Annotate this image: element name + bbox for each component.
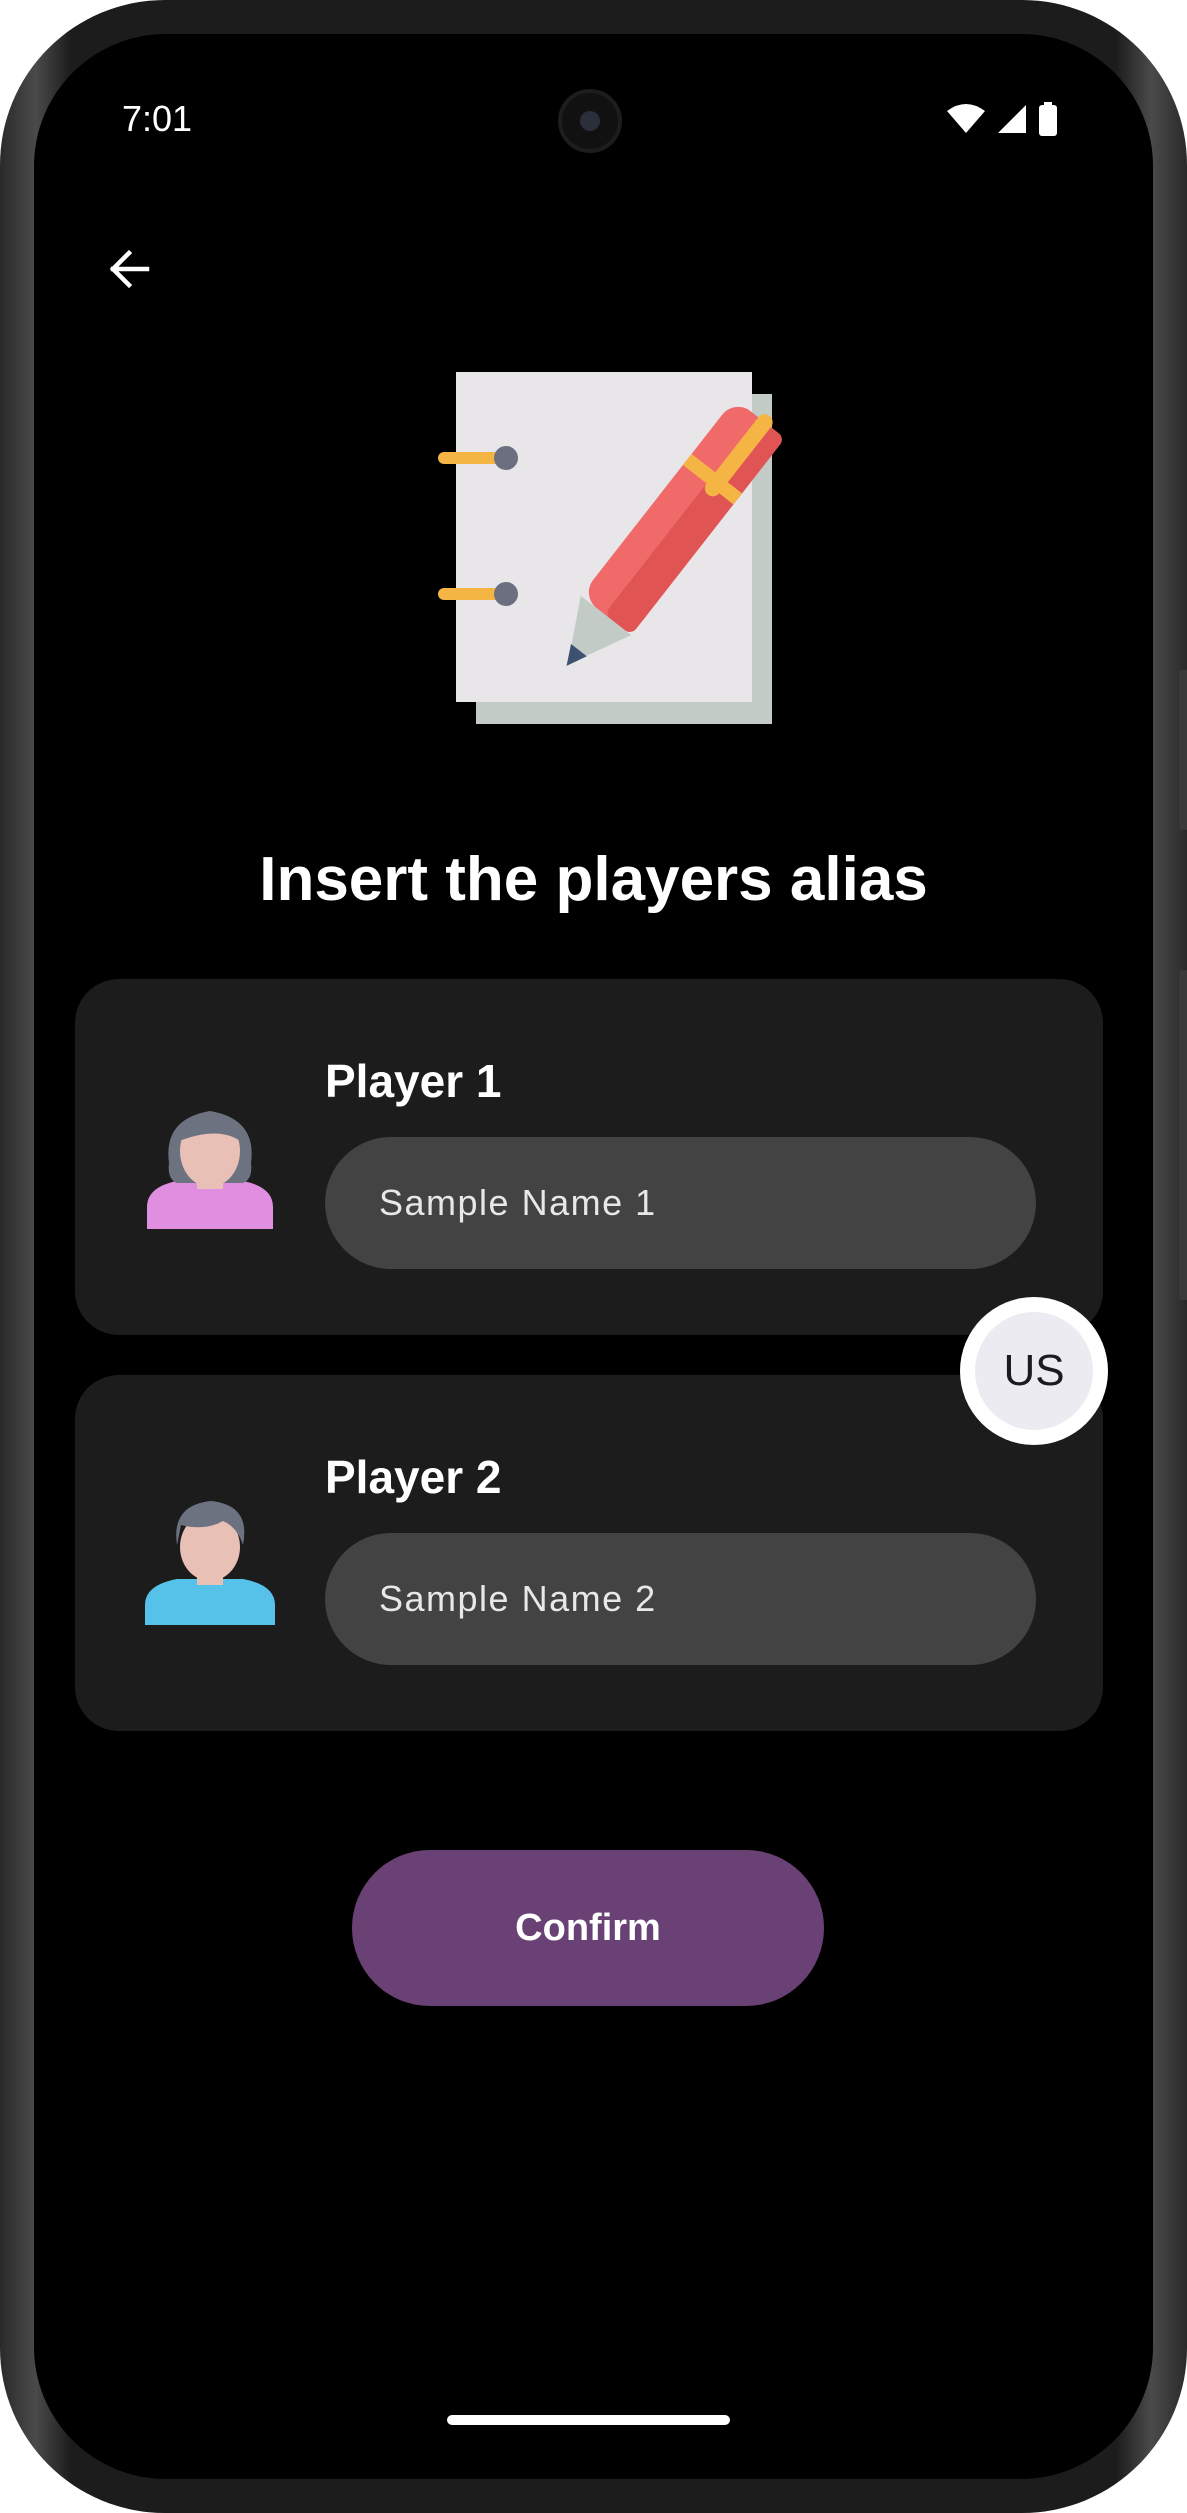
male-avatar-icon (145, 1501, 275, 1625)
player-2-label: Player 2 (325, 1451, 502, 1503)
page-title: Insert the players alias (259, 845, 928, 914)
player-2-name-field[interactable] (325, 1533, 1036, 1665)
wifi-icon (947, 104, 985, 133)
volume-button (1179, 970, 1187, 1300)
player-1-name-field[interactable] (325, 1137, 1036, 1269)
status-time: 7:01 (122, 98, 193, 139)
home-indicator[interactable] (447, 2415, 730, 2425)
back-button[interactable] (94, 234, 164, 304)
notebook-pen-illustration (438, 372, 782, 724)
language-bubble[interactable]: US (960, 1297, 1108, 1445)
signal-icon (998, 105, 1026, 133)
battery-icon (1039, 102, 1057, 136)
female-avatar-icon (147, 1111, 273, 1229)
front-camera (558, 89, 622, 153)
arrow-left-icon (109, 249, 150, 289)
confirm-button[interactable]: Confirm (352, 1850, 824, 2006)
player-2-name-input[interactable] (377, 1577, 1001, 1621)
player-card-1: Player 1 (75, 979, 1103, 1335)
language-bubble-label: US (975, 1312, 1093, 1430)
power-button (1179, 670, 1187, 830)
screen: 7:01 Insert the players alias Player 1 S… (34, 34, 1153, 2479)
phone-frame: 7:01 Insert the players alias Player 1 S… (0, 0, 1187, 2513)
player-card-2: Player 2 (75, 1375, 1103, 1731)
status-icons (946, 102, 1058, 136)
player-1-label: Player 1 (325, 1055, 502, 1107)
player-1-name-input[interactable] (377, 1181, 1001, 1225)
